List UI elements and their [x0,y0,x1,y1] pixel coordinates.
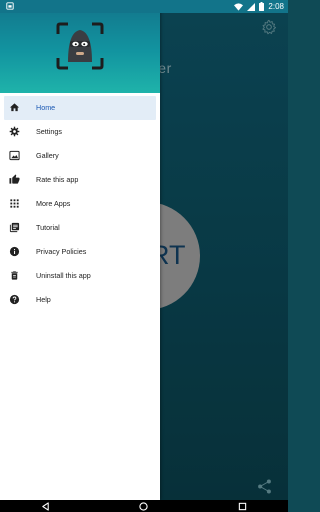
status-bar: 2:08 [0,0,288,13]
menu-item-label: Rate this app [36,175,79,184]
settings-icon [9,126,20,137]
menu-item-tutorial[interactable]: Tutorial [0,216,160,240]
status-time: 2:08 [268,2,284,11]
drawer-header [0,0,160,93]
masked-face-logo [56,22,104,70]
thumbs-up-icon [9,174,20,184]
menu-item-label: Uninstall this app [36,271,91,280]
menu-item-label: More Apps [36,199,71,208]
menu-item-home[interactable]: Home [4,96,156,120]
help-icon [9,294,20,305]
drawer-menu: Home Settings Gallery Rate this app More… [0,96,160,312]
menu-item-settings[interactable]: Settings [0,120,160,144]
battery-icon [259,2,265,11]
wifi-icon [234,2,244,11]
menu-item-label: Gallery [36,151,59,160]
library-icon [9,222,20,233]
menu-item-help[interactable]: Help [0,288,160,312]
notification-icon [6,2,14,10]
menu-item-rate[interactable]: Rate this app [0,168,160,192]
menu-item-label: Settings [36,127,62,136]
signal-icon [247,2,256,11]
recents-icon[interactable] [238,502,247,511]
gallery-icon [9,150,20,161]
back-icon[interactable] [41,502,50,511]
menu-item-label: Tutorial [36,223,60,232]
menu-item-label: Home [36,103,56,112]
delete-icon [11,271,18,280]
system-nav-bar [0,500,288,512]
info-icon [9,246,20,257]
menu-item-uninstall[interactable]: Uninstall this app [0,264,160,288]
status-icons: 2:08 [234,0,284,13]
home-icon [9,103,20,112]
menu-item-privacy[interactable]: Privacy Policies [0,240,160,264]
apps-grid-icon [10,199,19,208]
menu-item-more-apps[interactable]: More Apps [0,192,160,216]
home-circle-icon[interactable] [139,502,148,511]
menu-item-label: Help [36,295,51,304]
navigation-drawer: Home Settings Gallery Rate this app More… [0,0,160,500]
menu-item-label: Privacy Policies [36,247,87,256]
menu-item-gallery[interactable]: Gallery [0,144,160,168]
